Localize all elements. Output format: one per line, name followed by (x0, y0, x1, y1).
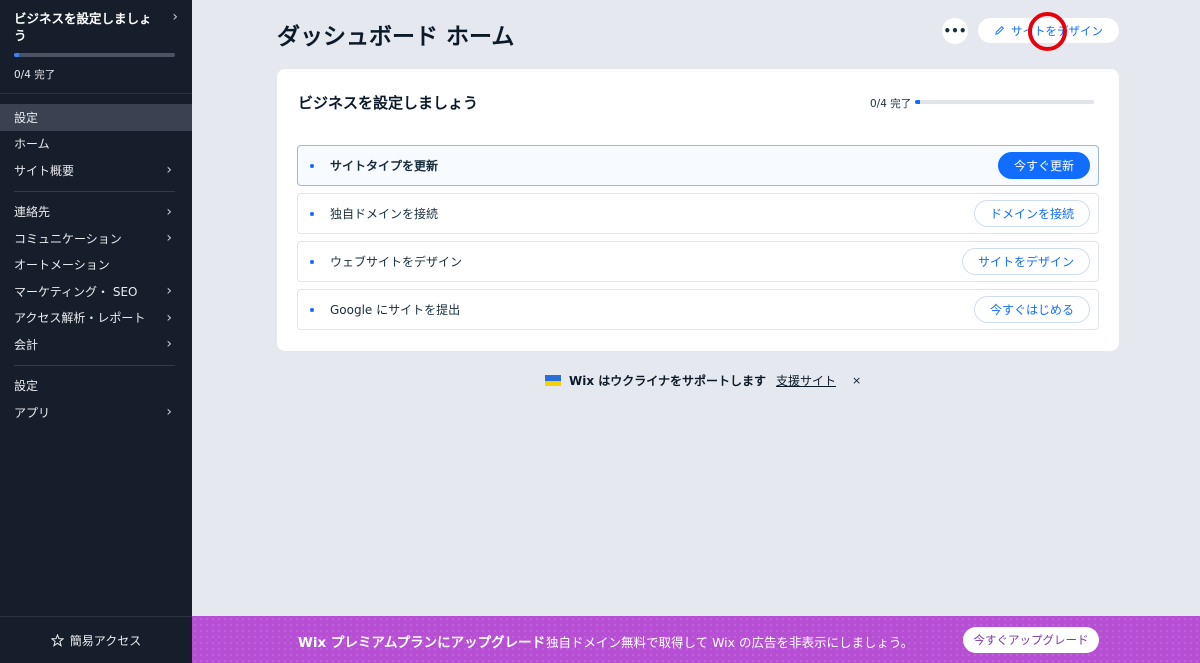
sidebar-item-label: アクセス解析・レポート (14, 311, 146, 326)
sidebar-setup-progress-bar (14, 53, 175, 57)
bullet-icon (310, 163, 314, 168)
bullet-icon (310, 211, 314, 216)
setup-card-progress-bar (915, 100, 1094, 104)
setup-card-title: ビジネスを設定しましょう (298, 94, 479, 112)
chevron-right-icon: › (166, 336, 172, 353)
sidebar-item[interactable]: 連絡先 › (0, 199, 192, 226)
sidebar-item-label: 会計 (14, 337, 39, 352)
sidebar-item[interactable]: サイト概要 › (0, 157, 192, 184)
chevron-right-icon: › (172, 9, 178, 25)
design-site-button[interactable]: サイトをデザイン (978, 18, 1119, 43)
quick-access-button[interactable]: 簡易アクセス (0, 616, 192, 663)
sidebar-setup-section: ビジネスを設定しましょう › 0/4 完了 (0, 0, 192, 94)
sidebar-item[interactable]: アプリ › (0, 399, 192, 426)
setup-card: ビジネスを設定しましょう 0/4 完了 サイトタイプを更新 今すぐ更新独自ドメイン… (277, 69, 1119, 351)
sidebar-item[interactable]: 設定 (0, 373, 192, 400)
sidebar-item[interactable]: 会計 › (0, 331, 192, 358)
ukraine-notice-text: Wix はウクライナをサポートします (569, 374, 767, 388)
sidebar-item-label: 設定 (14, 110, 39, 125)
quick-access-icon (50, 633, 64, 647)
sidebar-setup-progress-fill (14, 53, 19, 57)
sidebar-item-label: アプリ (14, 405, 51, 420)
setup-task-button[interactable]: 今すぐ更新 (997, 152, 1090, 179)
sidebar-item-label: ホーム (14, 137, 50, 152)
upgrade-banner-title: Wix プレミアムプランにアップグレード (298, 635, 546, 651)
sidebar-item[interactable]: オートメーション (0, 252, 192, 279)
sidebar: ビジネスを設定しましょう › 0/4 完了 設定 ホーム サイト概要 › 連絡先 › コミ… (0, 0, 192, 663)
setup-task-info: Google にサイトを提出 (310, 301, 460, 318)
setup-task-row[interactable]: Google にサイトを提出 今すぐはじめる (297, 289, 1099, 330)
sidebar-item-label: 設定 (14, 379, 39, 394)
sidebar-item[interactable]: アクセス解析・レポート › (0, 305, 192, 332)
setup-task-label: サイトタイプを更新 (330, 159, 439, 173)
setup-task-info: 独自ドメインを接続 (310, 205, 438, 222)
close-icon[interactable]: × (852, 374, 861, 387)
chevron-right-icon: › (166, 283, 172, 300)
page-title: ダッシュボード ホーム (277, 24, 515, 50)
setup-task-info: サイトタイプを更新 (310, 157, 438, 174)
setup-task-row[interactable]: 独自ドメインを接続 ドメインを接続 (297, 193, 1099, 234)
ukraine-flag-icon (545, 375, 561, 386)
bullet-icon (310, 259, 314, 264)
sidebar-divider (14, 364, 175, 366)
setup-task-button[interactable]: 今すぐはじめる (973, 296, 1090, 323)
bullet-icon (310, 307, 314, 312)
setup-task-label: ウェブサイトをデザイン (330, 255, 463, 269)
chevron-right-icon: › (166, 230, 172, 247)
upgrade-now-button[interactable]: 今すぐアップグレード (963, 627, 1099, 653)
sidebar-item-label: マーケティング・ SEO (14, 284, 138, 299)
sidebar-item-label: コミュニケーション (14, 231, 122, 246)
pencil-icon (995, 26, 1004, 35)
setup-task-label: 独自ドメインを接続 (330, 207, 439, 221)
sidebar-item-label: 連絡先 (14, 205, 51, 220)
setup-task-row[interactable]: サイトタイプを更新 今すぐ更新 (297, 145, 1099, 186)
sidebar-divider (14, 190, 175, 192)
sidebar-item[interactable]: ホーム (0, 131, 192, 158)
setup-card-progress-fill (915, 100, 921, 104)
sidebar-nav: 設定 ホーム サイト概要 › 連絡先 › コミュニケーション › オートメーション マーケティン… (0, 94, 192, 426)
chevron-right-icon: › (166, 203, 172, 220)
setup-task-button[interactable]: サイトをデザイン (961, 248, 1090, 275)
setup-card-progress-text: 0/4 完了 (870, 98, 912, 110)
sidebar-item[interactable]: コミュニケーション › (0, 225, 192, 252)
setup-task-row[interactable]: ウェブサイトをデザイン サイトをデザイン (297, 241, 1099, 282)
sidebar-item-label: サイト概要 (14, 163, 75, 178)
more-actions-button[interactable]: ••• (942, 18, 968, 44)
support-site-link[interactable]: 支援サイト (776, 372, 836, 389)
design-site-label: サイトをデザイン (1011, 23, 1103, 38)
quick-access-label: 簡易アクセス (69, 633, 142, 648)
sidebar-item[interactable]: マーケティング・ SEO › (0, 278, 192, 305)
sidebar-item[interactable]: 設定 (0, 104, 192, 131)
chevron-right-icon: › (166, 162, 172, 179)
sidebar-setup-title: ビジネスを設定しましょう (14, 11, 152, 43)
sidebar-setup-toggle[interactable]: ビジネスを設定しましょう › (14, 10, 178, 44)
setup-task-label: Google にサイトを提出 (330, 303, 461, 317)
ukraine-notice: Wix はウクライナをサポートします 支援サイト × (545, 372, 861, 389)
sidebar-item-label: オートメーション (14, 258, 110, 273)
more-dots-icon: ••• (943, 24, 967, 38)
setup-task-button[interactable]: ドメインを接続 (973, 200, 1090, 227)
chevron-right-icon: › (166, 309, 172, 326)
upgrade-banner-subtitle: 独自ドメイン無料で取得して Wix の広告を非表示にしましょう。 (546, 635, 914, 650)
sidebar-setup-progress-text: 0/4 完了 (14, 69, 56, 81)
chevron-right-icon: › (166, 404, 172, 421)
upgrade-banner: Wix プレミアムプランにアップグレード 独自ドメイン無料で取得して Wix の… (192, 616, 1200, 663)
setup-task-info: ウェブサイトをデザイン (310, 253, 462, 270)
